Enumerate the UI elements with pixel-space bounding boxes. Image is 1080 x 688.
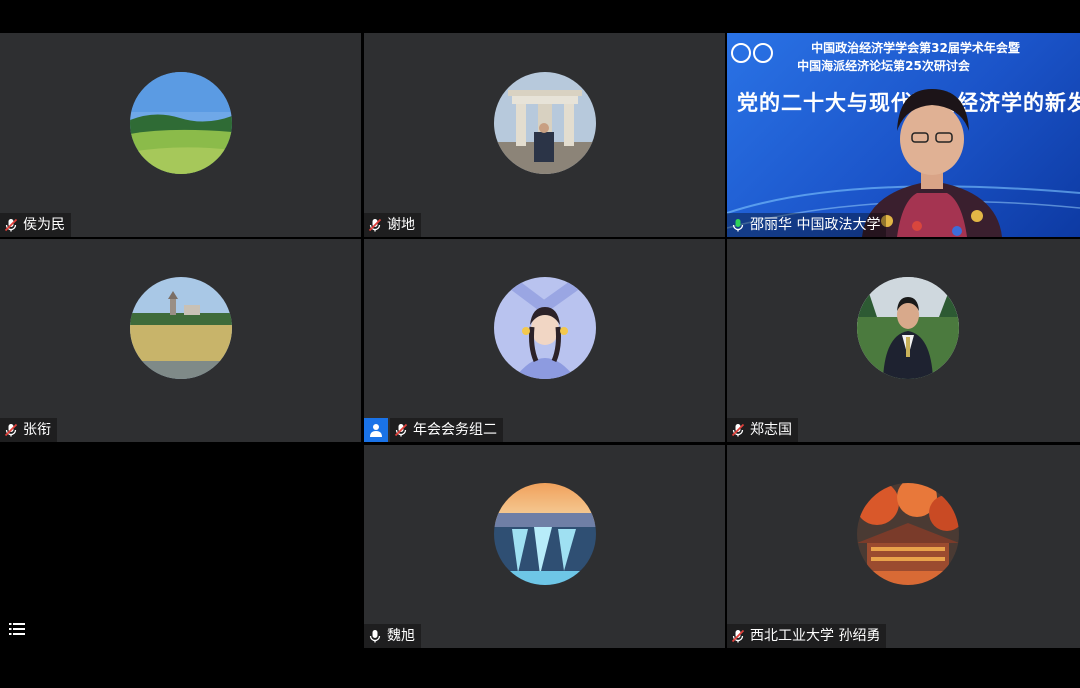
participant-avatar xyxy=(130,72,232,174)
participant-namebar: 魏旭 xyxy=(364,624,421,648)
participant-tile[interactable]: 张衔 xyxy=(0,239,361,442)
participant-name: 谢地 xyxy=(387,217,415,233)
participant-avatar xyxy=(494,483,596,585)
mic-muted-icon xyxy=(731,423,745,437)
mic-active-icon xyxy=(732,219,744,232)
participant-namebar: 郑志国 xyxy=(727,418,798,442)
list-menu-icon[interactable] xyxy=(5,617,29,641)
participant-name: 郑志国 xyxy=(750,422,792,438)
participant-avatar xyxy=(494,277,596,379)
participant-avatar xyxy=(130,277,232,379)
participant-tile[interactable]: 侯为民 xyxy=(0,33,361,237)
slide-heading-line1: 中国政治经济学学会第32届学术年会暨 xyxy=(811,41,1020,55)
participant-tile[interactable]: 郑志国 xyxy=(727,239,1080,442)
participant-tile[interactable]: 谢地 xyxy=(364,33,725,237)
user-icon[interactable] xyxy=(364,418,388,442)
participant-name: 邵丽华 中国政法大学 xyxy=(750,217,881,233)
participant-namebar: 邵丽华 中国政法大学 xyxy=(727,213,887,237)
participant-tile[interactable]: 魏旭 xyxy=(364,445,725,648)
participant-namebar: 西北工业大学 孙绍勇 xyxy=(727,624,887,648)
participant-tile[interactable]: 年会会务组二 xyxy=(364,239,725,442)
participant-name: 张衔 xyxy=(23,422,51,438)
participant-avatar xyxy=(857,483,959,585)
mic-muted-icon xyxy=(394,423,408,437)
participant-avatar xyxy=(494,72,596,174)
mic-muted-icon xyxy=(368,218,382,232)
active-speaker-tile[interactable]: 中国政治经济学学会第32届学术年会暨 中国海派经济论坛第25次研讨会 党的二十大… xyxy=(727,33,1080,237)
participant-name: 年会会务组二 xyxy=(413,422,497,438)
participant-namebar: 张衔 xyxy=(0,418,57,442)
mic-icon xyxy=(369,630,381,643)
participant-namebar: 谢地 xyxy=(364,213,421,237)
participant-namebar: 年会会务组二 xyxy=(364,418,503,442)
mic-muted-icon xyxy=(731,629,745,643)
participant-tile[interactable]: 西北工业大学 孙绍勇 xyxy=(727,445,1080,648)
participant-name: 西北工业大学 孙绍勇 xyxy=(750,628,881,644)
mic-muted-icon xyxy=(4,423,18,437)
participant-avatar xyxy=(857,277,959,379)
participant-namebar: 侯为民 xyxy=(0,213,71,237)
mic-muted-icon xyxy=(4,218,18,232)
slide-heading-line2: 中国海派经济论坛第25次研讨会 xyxy=(797,59,970,73)
participant-name: 侯为民 xyxy=(23,217,65,233)
participant-name: 魏旭 xyxy=(387,628,415,644)
